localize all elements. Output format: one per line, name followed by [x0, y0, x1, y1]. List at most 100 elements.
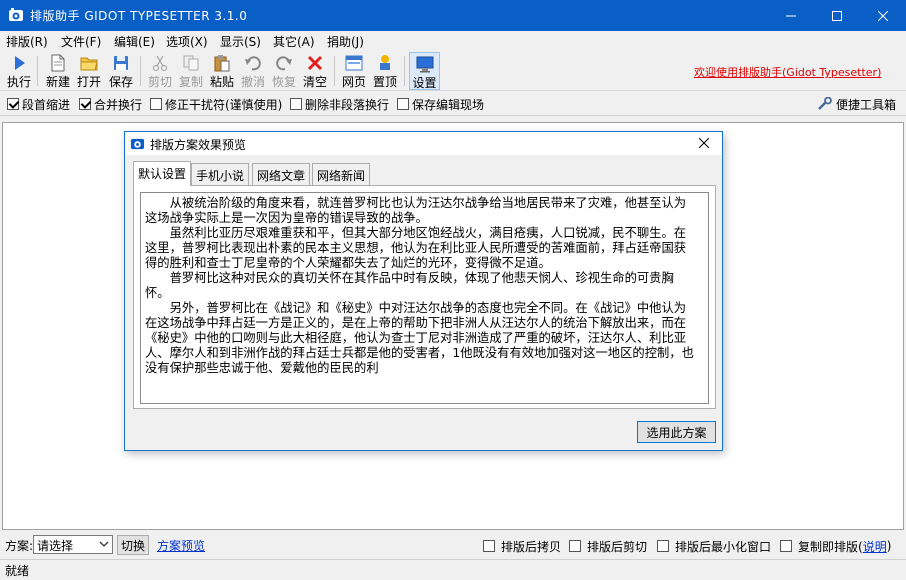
tab-web-article[interactable]: 网络文章: [252, 163, 311, 185]
app-logo-icon: [9, 8, 23, 21]
save-label: 保存: [108, 75, 133, 89]
toolbox-button[interactable]: 便捷工具箱: [817, 97, 897, 112]
undo-button[interactable]: 撤消: [238, 52, 268, 90]
menu-bar: 排版(R) 文件(F) 编辑(E) 选项(X) 显示(S) 其它(A) 捐助(J…: [0, 31, 906, 51]
copy-after-checkbox-box[interactable]: [483, 540, 495, 552]
web-button[interactable]: 网页: [339, 52, 369, 90]
wrench-icon: [818, 97, 832, 110]
tab-web-news[interactable]: 网络新闻: [312, 163, 371, 185]
indent-checkbox-label: 段首缩进: [22, 97, 71, 112]
dialog-app-icon: [130, 138, 145, 150]
dialog-title-bar[interactable]: 排版方案效果预览: [125, 132, 722, 155]
paste-button[interactable]: 粘贴: [207, 52, 237, 90]
title-bar[interactable]: 排版助手 GIDOT TYPESETTER 3.1.0: [0, 0, 906, 31]
preview-paragraph: 普罗柯比这种对民众的真切关怀在其作品中时有反映，体现了他悲天悯人、珍视生命的可贵…: [145, 271, 674, 300]
paste-label: 粘贴: [209, 75, 234, 89]
settings-label: 设置: [412, 76, 437, 90]
remove-breaks-checkbox[interactable]: 删除非段落换行: [290, 97, 390, 112]
clear-label: 清空: [302, 75, 327, 89]
minimize-button[interactable]: [768, 0, 814, 31]
monitor-settings-icon: [416, 56, 433, 73]
indent-checkbox[interactable]: 段首缩进: [7, 97, 71, 112]
keep-scene-checkbox-label: 保存编辑现场: [412, 97, 485, 112]
new-label: 新建: [45, 75, 70, 89]
copy-format-checkbox[interactable]: 复制即排版( 说明 ): [780, 538, 891, 555]
status-bar: [0, 559, 906, 580]
open-label: 打开: [76, 75, 101, 89]
indent-checkbox-box[interactable]: [7, 98, 19, 110]
toolbox-label: 便捷工具箱: [836, 97, 897, 112]
maximize-button[interactable]: [814, 0, 860, 31]
copy-after-checkbox[interactable]: 排版后拷贝: [483, 539, 562, 554]
new-file-icon: [51, 54, 65, 72]
scheme-label: 方案:: [5, 539, 34, 553]
remove-breaks-checkbox-box[interactable]: [290, 98, 302, 110]
fix-interference-checkbox-label: 修正干扰符(谨慎使用): [165, 97, 283, 112]
preview-paragraph: 另外，普罗柯比在《战记》和《秘史》中对汪达尔战争的态度也完全不同。在《战记》中他…: [145, 301, 694, 375]
redo-button[interactable]: 恢复: [269, 52, 299, 90]
save-button[interactable]: 保存: [106, 52, 136, 90]
help-link[interactable]: 说明: [863, 538, 887, 555]
menu-options[interactable]: 选项(X): [166, 33, 208, 49]
scheme-preview-link[interactable]: 方案预览: [157, 537, 205, 554]
welcome-link[interactable]: 欢迎使用排版助手(Gidot Typesetter): [694, 64, 881, 80]
scissors-icon: [153, 55, 167, 71]
minimize-after-checkbox[interactable]: 排版后最小化窗口: [657, 539, 772, 554]
preview-paragraph: 虽然利比亚历尽艰难重获和平，但其大部分地区饱经战火，满目疮痍，人口锐减，民不聊生…: [145, 226, 687, 270]
menu-file[interactable]: 文件(F): [61, 33, 101, 49]
play-icon: [15, 56, 25, 70]
close-button[interactable]: [860, 0, 906, 31]
web-label: 网页: [341, 75, 366, 89]
menu-view[interactable]: 显示(S): [220, 33, 261, 49]
clear-button[interactable]: 清空: [300, 52, 330, 90]
cut-button[interactable]: 剪切: [145, 52, 175, 90]
switch-button[interactable]: 切换: [117, 535, 149, 555]
use-scheme-button[interactable]: 选用此方案: [637, 421, 716, 443]
menu-other[interactable]: 其它(A): [273, 33, 315, 49]
minimize-after-checkbox-box[interactable]: [657, 540, 669, 552]
new-button[interactable]: 新建: [43, 52, 73, 90]
redo-arrow-icon: [276, 56, 292, 71]
toolbar-separator: [334, 56, 335, 86]
tab-default[interactable]: 默认设置: [133, 161, 192, 186]
options-bar: 段首缩进 合并换行 修正干扰符(谨慎使用) 删除非段落换行 保存编辑现场 便捷工…: [0, 92, 906, 116]
close-icon: [699, 138, 709, 148]
toolbar-separator: [37, 56, 38, 86]
preview-paragraph: 从被统治阶级的角度来看，就连普罗柯比也认为汪达尔战争给当地居民带来了灾难，他甚至…: [145, 196, 687, 225]
toolbar-separator: [404, 56, 405, 86]
merge-checkbox-box[interactable]: [79, 98, 91, 110]
close-icon: [878, 10, 888, 21]
copy-icon: [183, 55, 199, 71]
remove-breaks-checkbox-label: 删除非段落换行: [305, 97, 390, 112]
run-label: 执行: [6, 75, 31, 89]
scheme-preview-dialog: 排版方案效果预览 默认设置 手机小说 网络文章 网络新闻 从被统治阶级的角度来看…: [124, 131, 723, 451]
keep-scene-checkbox-box[interactable]: [397, 98, 409, 110]
clear-x-icon: [307, 55, 323, 71]
settings-button[interactable]: 设置: [409, 52, 440, 90]
redo-label: 恢复: [271, 75, 296, 89]
pin-top-button[interactable]: 置顶: [370, 52, 400, 90]
menu-edit[interactable]: 编辑(E): [114, 33, 155, 49]
run-button[interactable]: 执行: [4, 52, 34, 90]
copy-format-checkbox-box[interactable]: [780, 540, 792, 552]
tab-mobile-novel[interactable]: 手机小说: [191, 163, 250, 185]
merge-checkbox[interactable]: 合并换行: [79, 97, 143, 112]
menu-typeset[interactable]: 排版(R): [6, 33, 48, 49]
fix-interference-checkbox[interactable]: 修正干扰符(谨慎使用): [150, 97, 283, 112]
copy-after-label: 排版后拷贝: [501, 539, 562, 554]
scheme-select-value: 请选择: [37, 539, 74, 553]
copy-button[interactable]: 复制: [176, 52, 206, 90]
cut-after-checkbox[interactable]: 排版后剪切: [569, 539, 647, 554]
preview-text-box[interactable]: 从被统治阶级的角度来看，就连普罗柯比也认为汪达尔战争给当地居民带来了灾难，他甚至…: [140, 192, 709, 404]
keep-scene-checkbox[interactable]: 保存编辑现场: [397, 97, 485, 112]
copy-label: 复制: [178, 75, 203, 89]
menu-donate[interactable]: 捐助(J): [327, 33, 364, 49]
toolbar-separator: [140, 56, 141, 86]
cut-after-checkbox-box[interactable]: [569, 540, 581, 552]
open-button[interactable]: 打开: [74, 52, 104, 90]
merge-checkbox-label: 合并换行: [94, 97, 143, 112]
fix-interference-checkbox-box[interactable]: [150, 98, 162, 110]
minimize-after-label: 排版后最小化窗口: [675, 539, 772, 554]
dialog-title: 排版方案效果预览: [150, 138, 247, 152]
dialog-close-button[interactable]: [693, 133, 715, 153]
